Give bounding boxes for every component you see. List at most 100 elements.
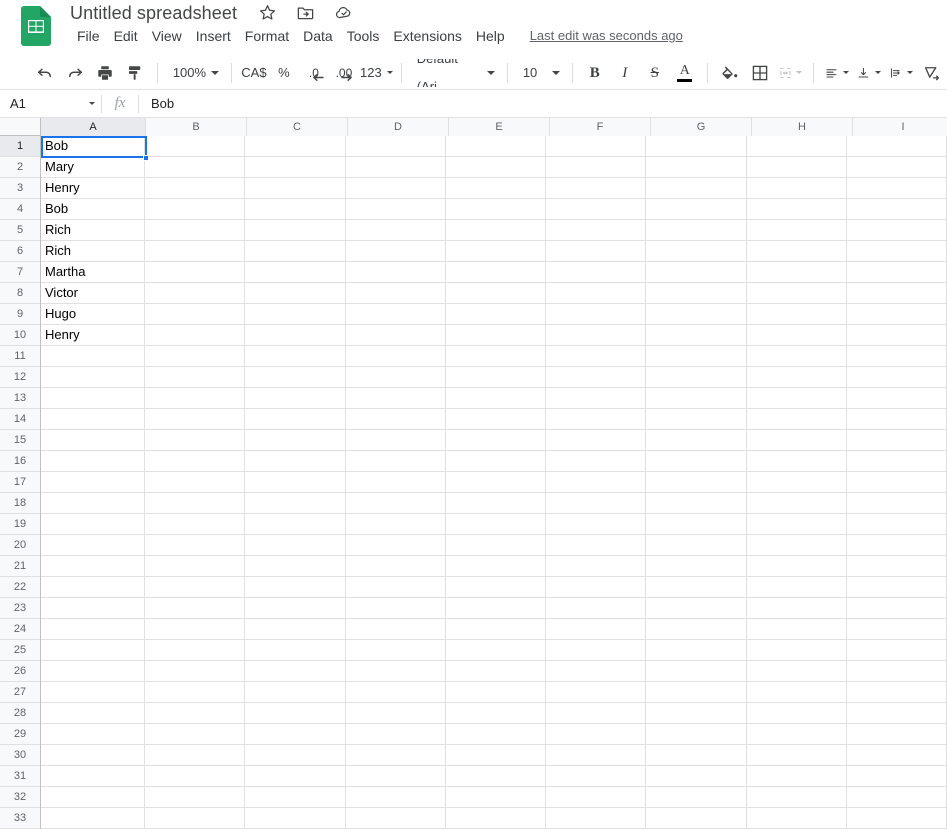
cell-B21[interactable]: [145, 556, 245, 577]
cell-E2[interactable]: [446, 157, 546, 178]
cell-G20[interactable]: [646, 535, 746, 556]
cell-A24[interactable]: [41, 619, 145, 640]
cell-H9[interactable]: [747, 304, 847, 325]
cell-E26[interactable]: [446, 661, 546, 682]
row-header-29[interactable]: 29: [0, 724, 40, 745]
cell-C1[interactable]: [245, 136, 345, 157]
cell-B1[interactable]: [145, 136, 245, 157]
cell-D5[interactable]: [346, 220, 446, 241]
paint-format-button[interactable]: [121, 59, 149, 87]
number-format-selector[interactable]: 123: [360, 59, 393, 87]
cell-G5[interactable]: [646, 220, 746, 241]
cell-D20[interactable]: [346, 535, 446, 556]
cell-E10[interactable]: [446, 325, 546, 346]
cell-F29[interactable]: [546, 724, 646, 745]
cell-A25[interactable]: [41, 640, 145, 661]
cell-H33[interactable]: [747, 808, 847, 829]
cell-D23[interactable]: [346, 598, 446, 619]
cell-D16[interactable]: [346, 451, 446, 472]
cell-G4[interactable]: [646, 199, 746, 220]
cell-A29[interactable]: [41, 724, 145, 745]
cell-E18[interactable]: [446, 493, 546, 514]
cell-E13[interactable]: [446, 388, 546, 409]
cell-C24[interactable]: [245, 619, 345, 640]
cell-D15[interactable]: [346, 430, 446, 451]
cell-I13[interactable]: [847, 388, 947, 409]
cell-F32[interactable]: [546, 787, 646, 808]
font-size-selector[interactable]: 10: [515, 59, 565, 87]
row-header-25[interactable]: 25: [0, 640, 40, 661]
cell-F16[interactable]: [546, 451, 646, 472]
cell-B10[interactable]: [145, 325, 245, 346]
cell-F5[interactable]: [546, 220, 646, 241]
cell-E21[interactable]: [446, 556, 546, 577]
cell-E20[interactable]: [446, 535, 546, 556]
cell-B17[interactable]: [145, 472, 245, 493]
star-icon[interactable]: [258, 3, 278, 23]
cell-I1[interactable]: [847, 136, 947, 157]
cell-G31[interactable]: [646, 766, 746, 787]
cell-B30[interactable]: [145, 745, 245, 766]
cell-G29[interactable]: [646, 724, 746, 745]
cell-A11[interactable]: [41, 346, 145, 367]
menu-item-edit[interactable]: Edit: [107, 25, 145, 47]
cell-C33[interactable]: [245, 808, 345, 829]
cell-D12[interactable]: [346, 367, 446, 388]
cell-F13[interactable]: [546, 388, 646, 409]
cell-A27[interactable]: [41, 682, 145, 703]
cell-H12[interactable]: [747, 367, 847, 388]
cell-A9[interactable]: Hugo: [41, 304, 145, 325]
cell-I2[interactable]: [847, 157, 947, 178]
menu-item-help[interactable]: Help: [469, 25, 512, 47]
cell-H13[interactable]: [747, 388, 847, 409]
cell-A12[interactable]: [41, 367, 145, 388]
cell-G21[interactable]: [646, 556, 746, 577]
cell-G10[interactable]: [646, 325, 746, 346]
cell-B27[interactable]: [145, 682, 245, 703]
cell-E31[interactable]: [446, 766, 546, 787]
cell-H20[interactable]: [747, 535, 847, 556]
cell-F3[interactable]: [546, 178, 646, 199]
cell-G13[interactable]: [646, 388, 746, 409]
cell-D30[interactable]: [346, 745, 446, 766]
cell-I32[interactable]: [847, 787, 947, 808]
cell-I22[interactable]: [847, 577, 947, 598]
cell-I31[interactable]: [847, 766, 947, 787]
cell-H24[interactable]: [747, 619, 847, 640]
select-all-corner[interactable]: [0, 118, 41, 136]
column-header-i[interactable]: I: [853, 118, 947, 136]
cell-E7[interactable]: [446, 262, 546, 283]
cell-F25[interactable]: [546, 640, 646, 661]
cell-H5[interactable]: [747, 220, 847, 241]
cell-D26[interactable]: [346, 661, 446, 682]
row-header-2[interactable]: 2: [0, 157, 40, 178]
cell-B24[interactable]: [145, 619, 245, 640]
text-wrapping-button[interactable]: [886, 59, 916, 87]
row-header-11[interactable]: 11: [0, 346, 40, 367]
cell-I23[interactable]: [847, 598, 947, 619]
cell-A6[interactable]: Rich: [41, 241, 145, 262]
cell-H30[interactable]: [747, 745, 847, 766]
row-header-22[interactable]: 22: [0, 577, 40, 598]
cell-D25[interactable]: [346, 640, 446, 661]
cell-G2[interactable]: [646, 157, 746, 178]
cell-G9[interactable]: [646, 304, 746, 325]
cell-B5[interactable]: [145, 220, 245, 241]
cell-I14[interactable]: [847, 409, 947, 430]
menu-item-insert[interactable]: Insert: [189, 25, 238, 47]
cell-C25[interactable]: [245, 640, 345, 661]
cell-H26[interactable]: [747, 661, 847, 682]
cell-E24[interactable]: [446, 619, 546, 640]
cell-D29[interactable]: [346, 724, 446, 745]
cell-B15[interactable]: [145, 430, 245, 451]
row-header-5[interactable]: 5: [0, 220, 40, 241]
row-header-32[interactable]: 32: [0, 787, 40, 808]
cell-F19[interactable]: [546, 514, 646, 535]
cell-B28[interactable]: [145, 703, 245, 724]
cell-C12[interactable]: [245, 367, 345, 388]
row-header-21[interactable]: 21: [0, 556, 40, 577]
row-header-4[interactable]: 4: [0, 199, 40, 220]
cell-I33[interactable]: [847, 808, 947, 829]
cell-A31[interactable]: [41, 766, 145, 787]
font-family-selector[interactable]: Default (Ari…: [409, 59, 500, 87]
